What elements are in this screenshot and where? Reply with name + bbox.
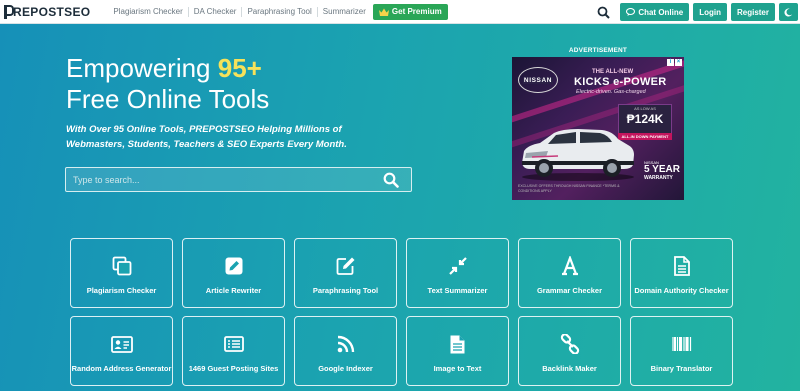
- search-icon: [383, 172, 399, 188]
- ad-disclaimer: EXCLUSIVE OFFERS THROUGH NISSAN FINANCE …: [518, 184, 620, 193]
- advertisement-label: ADVERTISEMENT: [568, 47, 628, 54]
- dark-mode-toggle[interactable]: [779, 3, 798, 21]
- tool-card-plagiarism-checker[interactable]: Plagiarism Checker: [70, 238, 173, 308]
- tools-grid: Plagiarism Checker Article Rewriter Para…: [70, 238, 733, 386]
- tool-card-label: Grammar Checker: [536, 286, 603, 295]
- ad-warranty: NISSAN 5 YEAR WARRANTY: [644, 160, 680, 181]
- nav-link-plagiarism-checker[interactable]: Plagiarism Checker: [108, 6, 189, 17]
- tool-card-backlink-maker[interactable]: Backlink Maker: [518, 316, 621, 386]
- logo-text: REPOSTSEO: [13, 4, 91, 19]
- tool-card-binary-translator[interactable]: Binary Translator: [630, 316, 733, 386]
- tool-card-label: Plagiarism Checker: [86, 286, 157, 295]
- rss-icon: [335, 333, 357, 355]
- edit-icon: [335, 255, 357, 277]
- hero-title-highlight: 95+: [217, 53, 262, 83]
- file-icon: [447, 333, 469, 355]
- car-image: [522, 129, 634, 181]
- nav-link-da-checker[interactable]: DA Checker: [189, 6, 243, 17]
- nav-link-summarizer[interactable]: Summarizer: [318, 7, 371, 17]
- moon-icon: [784, 8, 793, 17]
- ad-choices[interactable]: i ×: [667, 59, 682, 66]
- nissan-logo: NISSAN: [518, 67, 558, 93]
- hero-title-line2: Free Online Tools: [66, 84, 270, 114]
- tool-card-label: 1469 Guest Posting Sites: [188, 364, 279, 373]
- tool-card-label: Backlink Maker: [542, 364, 597, 373]
- nav-actions: Chat Online Login Register: [594, 3, 798, 21]
- tool-search-button[interactable]: [371, 168, 411, 191]
- nav-link-paraphrasing-tool[interactable]: Paraphrasing Tool: [242, 6, 318, 17]
- font-icon: [559, 255, 581, 277]
- register-label: Register: [736, 7, 769, 17]
- ad-close-icon[interactable]: ×: [675, 59, 682, 66]
- advertisement-banner[interactable]: i × NISSAN THE ALL-NEW KICKS e-POWER Ele…: [512, 57, 684, 200]
- tool-card-label: Image to Text: [433, 364, 482, 373]
- chat-bubble-icon: [626, 8, 636, 16]
- register-button[interactable]: Register: [730, 3, 775, 21]
- login-label: Login: [699, 7, 721, 17]
- tool-card-label: Google Indexer: [318, 364, 373, 373]
- get-premium-label: Get Premium: [391, 7, 442, 16]
- compress-icon: [447, 255, 469, 277]
- ad-info-icon[interactable]: i: [667, 59, 674, 66]
- tool-search-bar: [65, 167, 412, 192]
- tool-card-image-to-text[interactable]: Image to Text: [406, 316, 509, 386]
- crown-icon: [378, 8, 389, 16]
- site-logo[interactable]: REPOSTSEO: [4, 0, 90, 24]
- get-premium-button[interactable]: Get Premium: [372, 3, 448, 20]
- logo-p-mark: [4, 4, 14, 19]
- tool-card-paraphrasing-tool[interactable]: Paraphrasing Tool: [294, 238, 397, 308]
- ad-tagline: Electric-driven. Gas-charged: [576, 89, 646, 95]
- hero-subtitle: With Over 95 Online Tools, PREPOSTSEO He…: [66, 124, 347, 150]
- tool-card-label: Article Rewriter: [205, 286, 262, 295]
- ad-price-label: AS LOW AS: [634, 106, 656, 111]
- tool-card-google-indexer[interactable]: Google Indexer: [294, 316, 397, 386]
- tool-card-grammar-checker[interactable]: Grammar Checker: [518, 238, 621, 308]
- tool-card-guest-posting-sites[interactable]: 1469 Guest Posting Sites: [182, 316, 285, 386]
- hero-title-prefix: Empowering: [66, 53, 218, 83]
- tool-card-domain-authority-checker[interactable]: Domain Authority Checker: [630, 238, 733, 308]
- link-icon: [559, 333, 581, 355]
- chat-online-button[interactable]: Chat Online: [620, 3, 690, 21]
- tool-card-label: Domain Authority Checker: [634, 286, 729, 295]
- top-navbar: REPOSTSEO Plagiarism Checker DA Checker …: [0, 0, 800, 24]
- tool-card-label: Binary Translator: [650, 364, 713, 373]
- nav-links: Plagiarism Checker DA Checker Paraphrasi…: [108, 6, 371, 17]
- address-card-icon: [110, 333, 133, 355]
- tool-card-label: Paraphrasing Tool: [312, 286, 379, 295]
- pencil-square-icon: [223, 255, 245, 277]
- search-icon[interactable]: [594, 3, 612, 21]
- login-button[interactable]: Login: [693, 3, 727, 21]
- list-icon: [223, 333, 245, 355]
- tool-search-input[interactable]: [66, 168, 371, 191]
- tool-card-label: Text Summarizer: [427, 286, 488, 295]
- tool-card-article-rewriter[interactable]: Article Rewriter: [182, 238, 285, 308]
- barcode-icon: [671, 333, 693, 355]
- document-icon: [671, 255, 693, 277]
- tool-card-random-address-generator[interactable]: Random Address Generator: [70, 316, 173, 386]
- hero-title: Empowering 95+ Free Online Tools: [66, 53, 269, 115]
- tool-card-label: Random Address Generator: [71, 364, 172, 373]
- copy-icon: [111, 255, 133, 277]
- ad-kicker: THE ALL-NEW: [592, 69, 634, 75]
- chat-online-label: Chat Online: [638, 7, 684, 17]
- tool-card-text-summarizer[interactable]: Text Summarizer: [406, 238, 509, 308]
- ad-headline: KICKS e-POWER: [574, 76, 667, 88]
